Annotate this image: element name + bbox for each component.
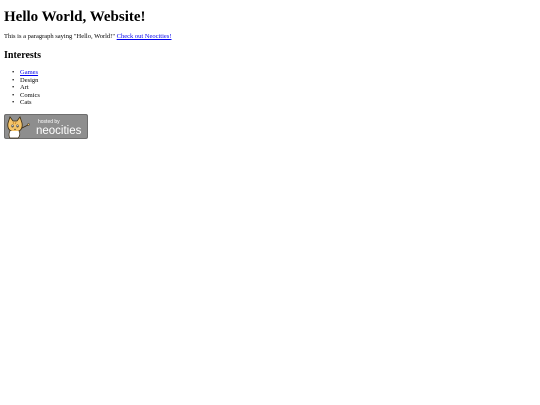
page-title: Hello World, Website!: [4, 9, 146, 25]
list-item: • Art: [12, 84, 40, 92]
list-item-label: Art: [20, 84, 29, 92]
list-item: • Games: [12, 69, 40, 77]
list-item: • Design: [12, 76, 40, 85]
badge-brand-text: neocities: [36, 125, 82, 137]
games-link[interactable]: Games: [20, 69, 38, 76]
list-item: • Comics: [12, 91, 40, 100]
intro-paragraph: This is a paragraph saying "Hello, World…: [4, 33, 172, 41]
list-item-label: Design: [20, 76, 39, 84]
bullet-icon: •: [12, 99, 15, 107]
bullet-icon: •: [12, 76, 15, 84]
bullet-icon: •: [12, 84, 15, 92]
list-item-label: Comics: [20, 91, 40, 99]
badge-graphic: hosted by neocities: [4, 114, 88, 139]
hosted-by-neocities-badge[interactable]: hosted by neocities: [4, 114, 88, 139]
interests-list: • Games • Design • Art • Comics • Cats: [12, 69, 40, 107]
intro-text: This is a paragraph saying "Hello, World…: [4, 33, 115, 40]
bullet-icon: •: [12, 69, 15, 76]
bullet-icon: •: [12, 91, 15, 99]
list-item: • Cats: [12, 99, 40, 107]
neocities-link[interactable]: Check out Neocities!: [117, 33, 172, 40]
list-item-label: Cats: [20, 99, 32, 107]
interests-heading: Interests: [4, 50, 42, 61]
